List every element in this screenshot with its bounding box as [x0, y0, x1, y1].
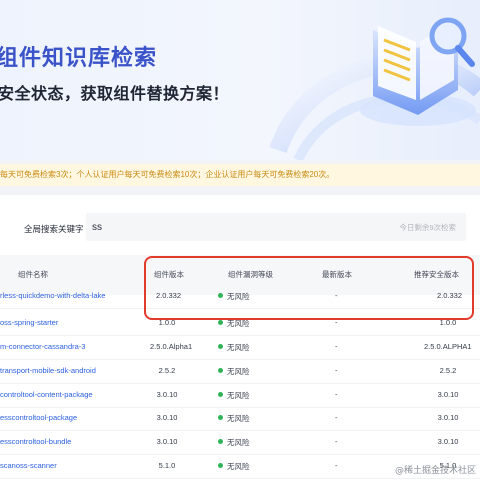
component-link[interactable]: m-connector-cassandra-3: [0, 342, 132, 351]
latest-version: -: [335, 413, 338, 422]
latest-version: -: [335, 437, 338, 446]
table-row: controltool-content-package 3.0.10 无风险 -…: [0, 384, 480, 408]
vuln-level-text: 无风险: [227, 343, 250, 352]
vuln-level-text: 无风险: [227, 391, 250, 400]
safe-version: 2.5.0.ALPHA1: [424, 342, 472, 351]
status-dot-icon: [218, 344, 223, 349]
component-link[interactable]: esscontroltool-bundle: [0, 437, 132, 446]
col-latest-header: 最新版本: [322, 270, 352, 279]
safe-version: 1.0.0: [439, 318, 457, 327]
vuln-level: 无风险: [218, 413, 250, 424]
safe-version: 3.0.10: [437, 437, 459, 446]
table-row: transport-mobile-sdk-android 2.5.2 无风险 -…: [0, 360, 480, 384]
table-row: esscontroltool-bundle 3.0.10 无风险 - 3.0.1…: [0, 431, 480, 455]
component-link[interactable]: transport-mobile-sdk-android: [0, 366, 132, 375]
vuln-level-text: 无风险: [227, 414, 250, 423]
status-dot-icon: [218, 415, 223, 420]
status-dot-icon: [218, 439, 223, 444]
component-version: 2.5.2: [158, 366, 176, 375]
vuln-level: 无风险: [218, 437, 250, 448]
component-version: 3.0.10: [156, 413, 178, 422]
component-link[interactable]: oss-spring-starter: [0, 318, 132, 327]
banner-title: 组件知识库检索: [0, 46, 158, 71]
vuln-level: 无风险: [218, 366, 250, 377]
latest-version: -: [335, 366, 338, 375]
vuln-level: 无风险: [218, 390, 250, 401]
component-link[interactable]: rless-quickdemo-with-delta-lake: [0, 291, 132, 300]
vuln-level-text: 无风险: [227, 292, 250, 301]
table-row: esscontroltool-package 3.0.10 无风险 - 3.0.…: [0, 407, 480, 431]
safe-version: 3.0.10: [437, 413, 459, 422]
table-row: m-connector-cassandra-3 2.5.0.Alpha1 无风险…: [0, 336, 480, 360]
vuln-level: 无风险: [218, 318, 250, 329]
component-version: 5.1.0: [158, 461, 176, 470]
safe-version: 2.0.332: [437, 291, 463, 300]
notice-text: 每天可免费检索3次；个人认证用户每天可免费检索10次；企业认证用户每天可免费检索…: [0, 170, 335, 179]
status-dot-icon: [218, 463, 223, 468]
component-version: 2.0.332: [156, 291, 182, 300]
latest-version: -: [335, 342, 338, 351]
search-card: 全局搜索关键字 今日剩余9次检索 组件名称 组件版本 组件漏洞等级 最新版本 推…: [0, 195, 480, 480]
search-label: 全局搜索关键字: [24, 224, 84, 234]
component-version: 1.0.0: [158, 318, 176, 327]
status-dot-icon: [218, 368, 223, 373]
latest-version: -: [335, 461, 338, 470]
watermark: @稀土掘金技术社区: [394, 466, 476, 476]
hero-banner: 组件知识库检索 安全状态，获取组件替换方案！: [0, 0, 480, 160]
component-link[interactable]: controltool-content-package: [0, 390, 132, 399]
vuln-level: 无风险: [218, 291, 250, 302]
vuln-level: 无风险: [218, 342, 250, 353]
safe-version: 2.5.2: [439, 366, 457, 375]
table-row: rless-quickdemo-with-delta-lake 2.0.332 …: [0, 285, 480, 309]
status-dot-icon: [218, 320, 223, 325]
component-version: 3.0.10: [156, 437, 178, 446]
col-name-header: 组件名称: [18, 270, 48, 279]
latest-version: -: [335, 318, 338, 327]
status-dot-icon: [218, 392, 223, 397]
search-box[interactable]: 今日剩余9次检索: [86, 213, 466, 241]
col-vuln-level-header: 组件漏洞等级: [228, 270, 273, 279]
component-version: 2.5.0.Alpha1: [150, 342, 193, 351]
vuln-level: 无风险: [218, 461, 250, 472]
notice-bar: 每天可免费检索3次；个人认证用户每天可免费检索10次；企业认证用户每天可免费检索…: [0, 164, 480, 186]
latest-version: -: [335, 291, 338, 300]
latest-version: -: [335, 390, 338, 399]
status-dot-icon: [218, 293, 223, 298]
component-link[interactable]: scanoss-scanner: [0, 461, 132, 470]
component-link[interactable]: esscontroltool-package: [0, 413, 132, 422]
search-quota: 今日剩余9次检索: [399, 223, 456, 232]
vuln-level-text: 无风险: [227, 319, 250, 328]
col-version-header: 组件版本: [154, 270, 184, 279]
search-input[interactable]: [92, 219, 342, 235]
vuln-level-text: 无风险: [227, 367, 250, 376]
book-illustration: [269, 17, 480, 160]
safe-version: 3.0.10: [437, 390, 459, 399]
vuln-level-text: 无风险: [227, 438, 250, 447]
col-safe-version-header: 推荐安全版本: [414, 270, 459, 279]
component-version: 3.0.10: [156, 390, 178, 399]
table-row: oss-spring-starter 1.0.0 无风险 - 1.0.0: [0, 312, 480, 336]
banner-subtitle: 安全状态，获取组件替换方案！: [0, 84, 230, 103]
vuln-level-text: 无风险: [227, 462, 250, 471]
